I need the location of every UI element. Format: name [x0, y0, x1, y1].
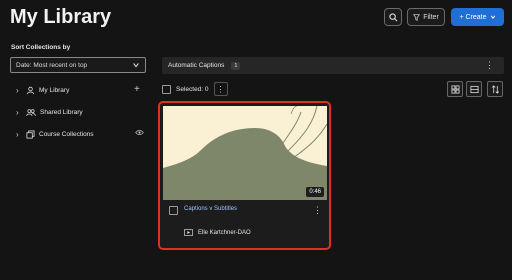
search-button[interactable] [384, 8, 402, 26]
chevron-right-icon[interactable]: › [16, 108, 22, 117]
sort-collections-select[interactable]: Date: Most recent on top [10, 57, 146, 73]
video-icon [184, 229, 193, 236]
filter-icon [413, 13, 421, 21]
filter-label: Filter [423, 13, 439, 21]
media-owner: Elle Kartchner-DAO [184, 229, 251, 236]
page-title: My Library [10, 6, 112, 28]
video-thumbnail[interactable]: 0:46 [163, 106, 327, 200]
create-button[interactable]: + Create [451, 8, 504, 26]
select-all-checkbox[interactable] [162, 84, 171, 94]
collection-title: Automatic Captions [168, 62, 225, 69]
collection-header-bar: Automatic Captions 1 ⋮ [162, 57, 504, 74]
selected-count-label: Selected: 0 [176, 85, 209, 93]
grid-icon [450, 84, 460, 94]
more-options-icon[interactable]: ⋮ [313, 205, 322, 216]
more-options-icon: ⋮ [216, 84, 225, 94]
sidebar-item-label: Course Collections [39, 130, 94, 138]
filter-button[interactable]: Filter [407, 8, 445, 26]
media-card[interactable]: 0:46 Captions v Subtitles ⋮ Elle Kartchn… [158, 101, 331, 250]
chevron-right-icon[interactable]: › [16, 86, 22, 95]
eye-icon[interactable] [135, 129, 144, 136]
collection-count-badge: 1 [231, 61, 241, 70]
sort-collections-label: Sort Collections by [11, 44, 71, 51]
thumbnail-artwork [163, 106, 327, 200]
grid-view-button[interactable] [447, 81, 463, 97]
more-options-icon[interactable]: ⋮ [485, 60, 494, 71]
search-icon [388, 12, 397, 21]
sort-select-value: Date: Most recent on top [16, 61, 88, 69]
duration-badge: 0:46 [306, 187, 324, 197]
sort-arrows-icon [491, 84, 499, 94]
chevron-down-icon [133, 63, 139, 68]
sidebar-item-label: Shared Library [40, 108, 83, 116]
sidebar-item-my-library[interactable]: › My Library [16, 84, 69, 96]
owner-name: Elle Kartchner-DAO [198, 229, 251, 236]
sort-order-button[interactable] [487, 81, 503, 97]
sidebar-item-shared-library[interactable]: › Shared Library [16, 106, 83, 118]
media-select-checkbox[interactable] [169, 206, 178, 215]
create-label: + Create [459, 13, 487, 21]
list-icon [469, 85, 479, 93]
users-icon [26, 108, 36, 116]
selection-row: Selected: 0 ⋮ [162, 82, 228, 96]
collections-icon [26, 129, 35, 139]
chevron-right-icon[interactable]: › [16, 130, 22, 139]
media-title-link[interactable]: Captions v Subtitles [184, 206, 237, 212]
add-collection-icon[interactable]: + [134, 84, 140, 95]
sidebar-item-course-collections[interactable]: › Course Collections [16, 128, 94, 140]
bulk-actions-button[interactable]: ⋮ [213, 82, 228, 96]
list-view-button[interactable] [466, 81, 482, 97]
sidebar-item-label: My Library [39, 86, 70, 94]
user-icon [26, 86, 35, 94]
chevron-down-icon [490, 15, 495, 19]
